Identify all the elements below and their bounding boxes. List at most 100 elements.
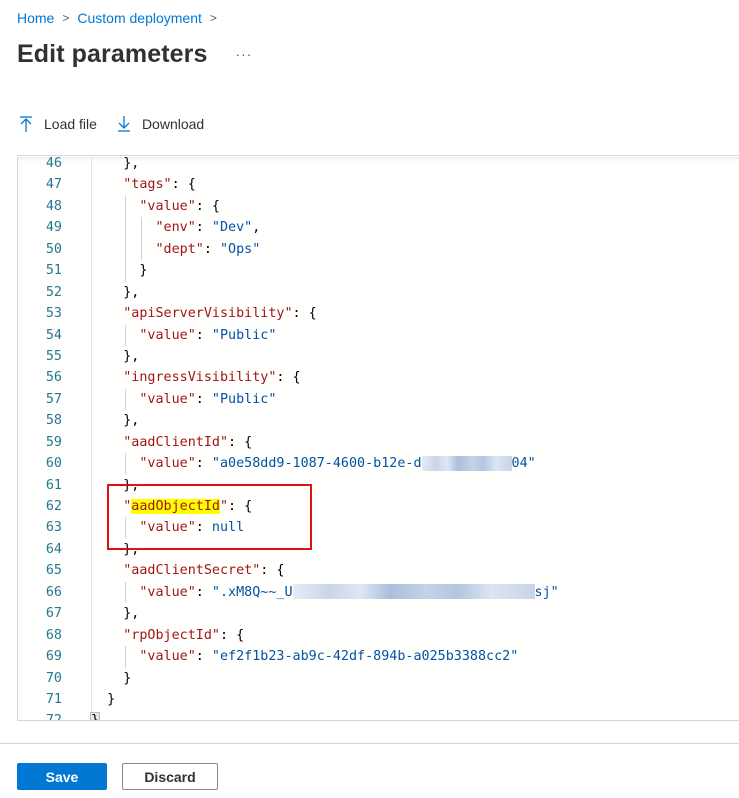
code-content: }, xyxy=(91,539,139,560)
search-highlight: aadObjectId xyxy=(131,499,220,514)
indent-guide xyxy=(125,260,127,282)
json-key: "value" xyxy=(139,649,196,665)
json-punctuation: : { xyxy=(219,627,245,643)
line-number: 71 xyxy=(45,691,62,707)
json-key: "value" xyxy=(139,391,196,407)
json-key: "value" xyxy=(139,456,196,472)
code-content: }, xyxy=(91,157,139,174)
code-line: 70} xyxy=(18,668,739,689)
line-number: 51 xyxy=(45,263,62,279)
code-content: "value": "Public" xyxy=(91,388,277,411)
code-line: 56 "ingressVisibility": { xyxy=(18,367,739,388)
json-punctuation: }, xyxy=(123,284,140,300)
code-content: "value": { xyxy=(91,195,220,218)
code-line: 58}, xyxy=(18,410,739,431)
indent-guide xyxy=(125,581,127,604)
json-string: "Public" xyxy=(211,391,277,407)
line-number: 57 xyxy=(45,391,62,407)
json-punctuation: : xyxy=(195,327,212,343)
json-string: "Public" xyxy=(211,327,277,343)
discard-button[interactable]: Discard xyxy=(122,763,218,790)
indent-guide xyxy=(125,195,127,218)
json-string: sj" xyxy=(534,584,559,600)
code-content: "ingressVisibility": { xyxy=(91,367,301,388)
json-punctuation: } xyxy=(139,263,148,279)
line-number: 46 xyxy=(45,157,62,171)
line-number: 60 xyxy=(45,456,62,472)
code-line: 59 "aadClientId": { xyxy=(18,432,739,453)
json-key: "apiServerVisibility" xyxy=(123,306,293,322)
line-number: 53 xyxy=(45,306,62,322)
code-content: } xyxy=(89,710,101,720)
line-number: 50 xyxy=(45,241,62,257)
more-options-icon[interactable]: ··· xyxy=(235,46,252,62)
json-editor[interactable]: 46}, 47 "tags": {48 "value": {49 "env": "Dev… xyxy=(17,157,739,721)
json-string: 04" xyxy=(511,456,536,472)
code-line: 53 "apiServerVisibility": { xyxy=(18,303,739,324)
code-content: }, xyxy=(91,282,139,303)
breadcrumb: Home > Custom deployment > xyxy=(17,10,225,26)
breadcrumb-custom-deployment[interactable]: Custom deployment xyxy=(77,10,202,26)
line-number: 67 xyxy=(45,606,62,622)
json-punctuation: : { xyxy=(276,370,301,386)
line-number: 72 xyxy=(45,713,62,721)
json-key: "aadClientId" xyxy=(123,434,229,450)
line-number: 64 xyxy=(45,541,62,557)
code-line: 66 "value": ".xM8Q~~_U sj" xyxy=(18,581,739,604)
json-punctuation: } xyxy=(107,691,116,707)
code-content: "dept": "Ops" xyxy=(91,238,260,261)
json-key: "value" xyxy=(139,327,196,343)
json-key: "value" xyxy=(139,584,196,600)
indent-guide xyxy=(125,388,127,411)
code-line: 64}, xyxy=(18,539,739,560)
code-line: 46}, xyxy=(18,157,739,174)
line-number: 54 xyxy=(45,327,62,343)
json-key: "dept" xyxy=(155,241,204,257)
json-punctuation: }, xyxy=(123,348,140,364)
indent-guide xyxy=(125,517,127,539)
json-null: null xyxy=(211,520,245,536)
breadcrumb-home[interactable]: Home xyxy=(17,10,54,26)
code-content: "aadClientSecret": { xyxy=(91,560,284,581)
json-punctuation: }, xyxy=(123,477,140,493)
code-line: 50 "dept": "Ops" xyxy=(18,238,739,261)
json-key: "env" xyxy=(155,220,196,236)
json-key: " xyxy=(219,499,229,514)
json-punctuation: , xyxy=(252,220,261,236)
code-line: 61}, xyxy=(18,475,739,496)
json-punctuation: : xyxy=(195,520,212,536)
code-content: }, xyxy=(91,346,139,367)
code-line: 69 "value": "ef2f1b23-ab9c-42df-894b-a025… xyxy=(18,646,739,668)
line-number: 69 xyxy=(45,649,62,665)
json-string: ".xM8Q~~_U xyxy=(211,584,293,600)
json-punctuation: : { xyxy=(228,499,253,514)
code-line: 49 "env": "Dev", xyxy=(18,217,739,239)
code-content: "aadClientId": { xyxy=(91,432,252,453)
json-key: "value" xyxy=(139,520,196,536)
code-line: 60 "value": "a0e58dd9-1087-4600-b12e-d 04" xyxy=(18,453,739,475)
json-punctuation: : xyxy=(195,456,212,472)
json-punctuation: }, xyxy=(123,413,140,429)
json-punctuation: : xyxy=(203,241,220,257)
code-content: "env": "Dev", xyxy=(91,217,261,239)
download-button[interactable]: Download xyxy=(115,115,204,133)
code-content: "value": ".xM8Q~~_U sj" xyxy=(91,581,559,604)
chevron-right-icon: > xyxy=(209,11,217,25)
footer-divider xyxy=(0,743,739,744)
json-string: "ef2f1b23-ab9c-42df-894b-a025b3388cc2" xyxy=(211,649,519,665)
line-number: 47 xyxy=(45,177,62,193)
save-button[interactable]: Save xyxy=(17,763,107,790)
toolbar-divider xyxy=(17,155,739,156)
indent-guide xyxy=(141,217,143,239)
download-arrow-icon xyxy=(117,116,130,132)
indent-guide xyxy=(125,238,127,261)
title-row: Edit parameters ··· xyxy=(17,40,252,69)
json-punctuation: } xyxy=(123,670,132,686)
json-punctuation: : xyxy=(195,391,212,407)
json-punctuation: }, xyxy=(123,606,140,622)
json-string: "Dev" xyxy=(211,220,253,236)
indent-guide xyxy=(125,217,127,239)
load-file-button[interactable]: Load file xyxy=(17,115,97,133)
code-content: } xyxy=(91,260,148,282)
line-number: 66 xyxy=(45,584,62,600)
